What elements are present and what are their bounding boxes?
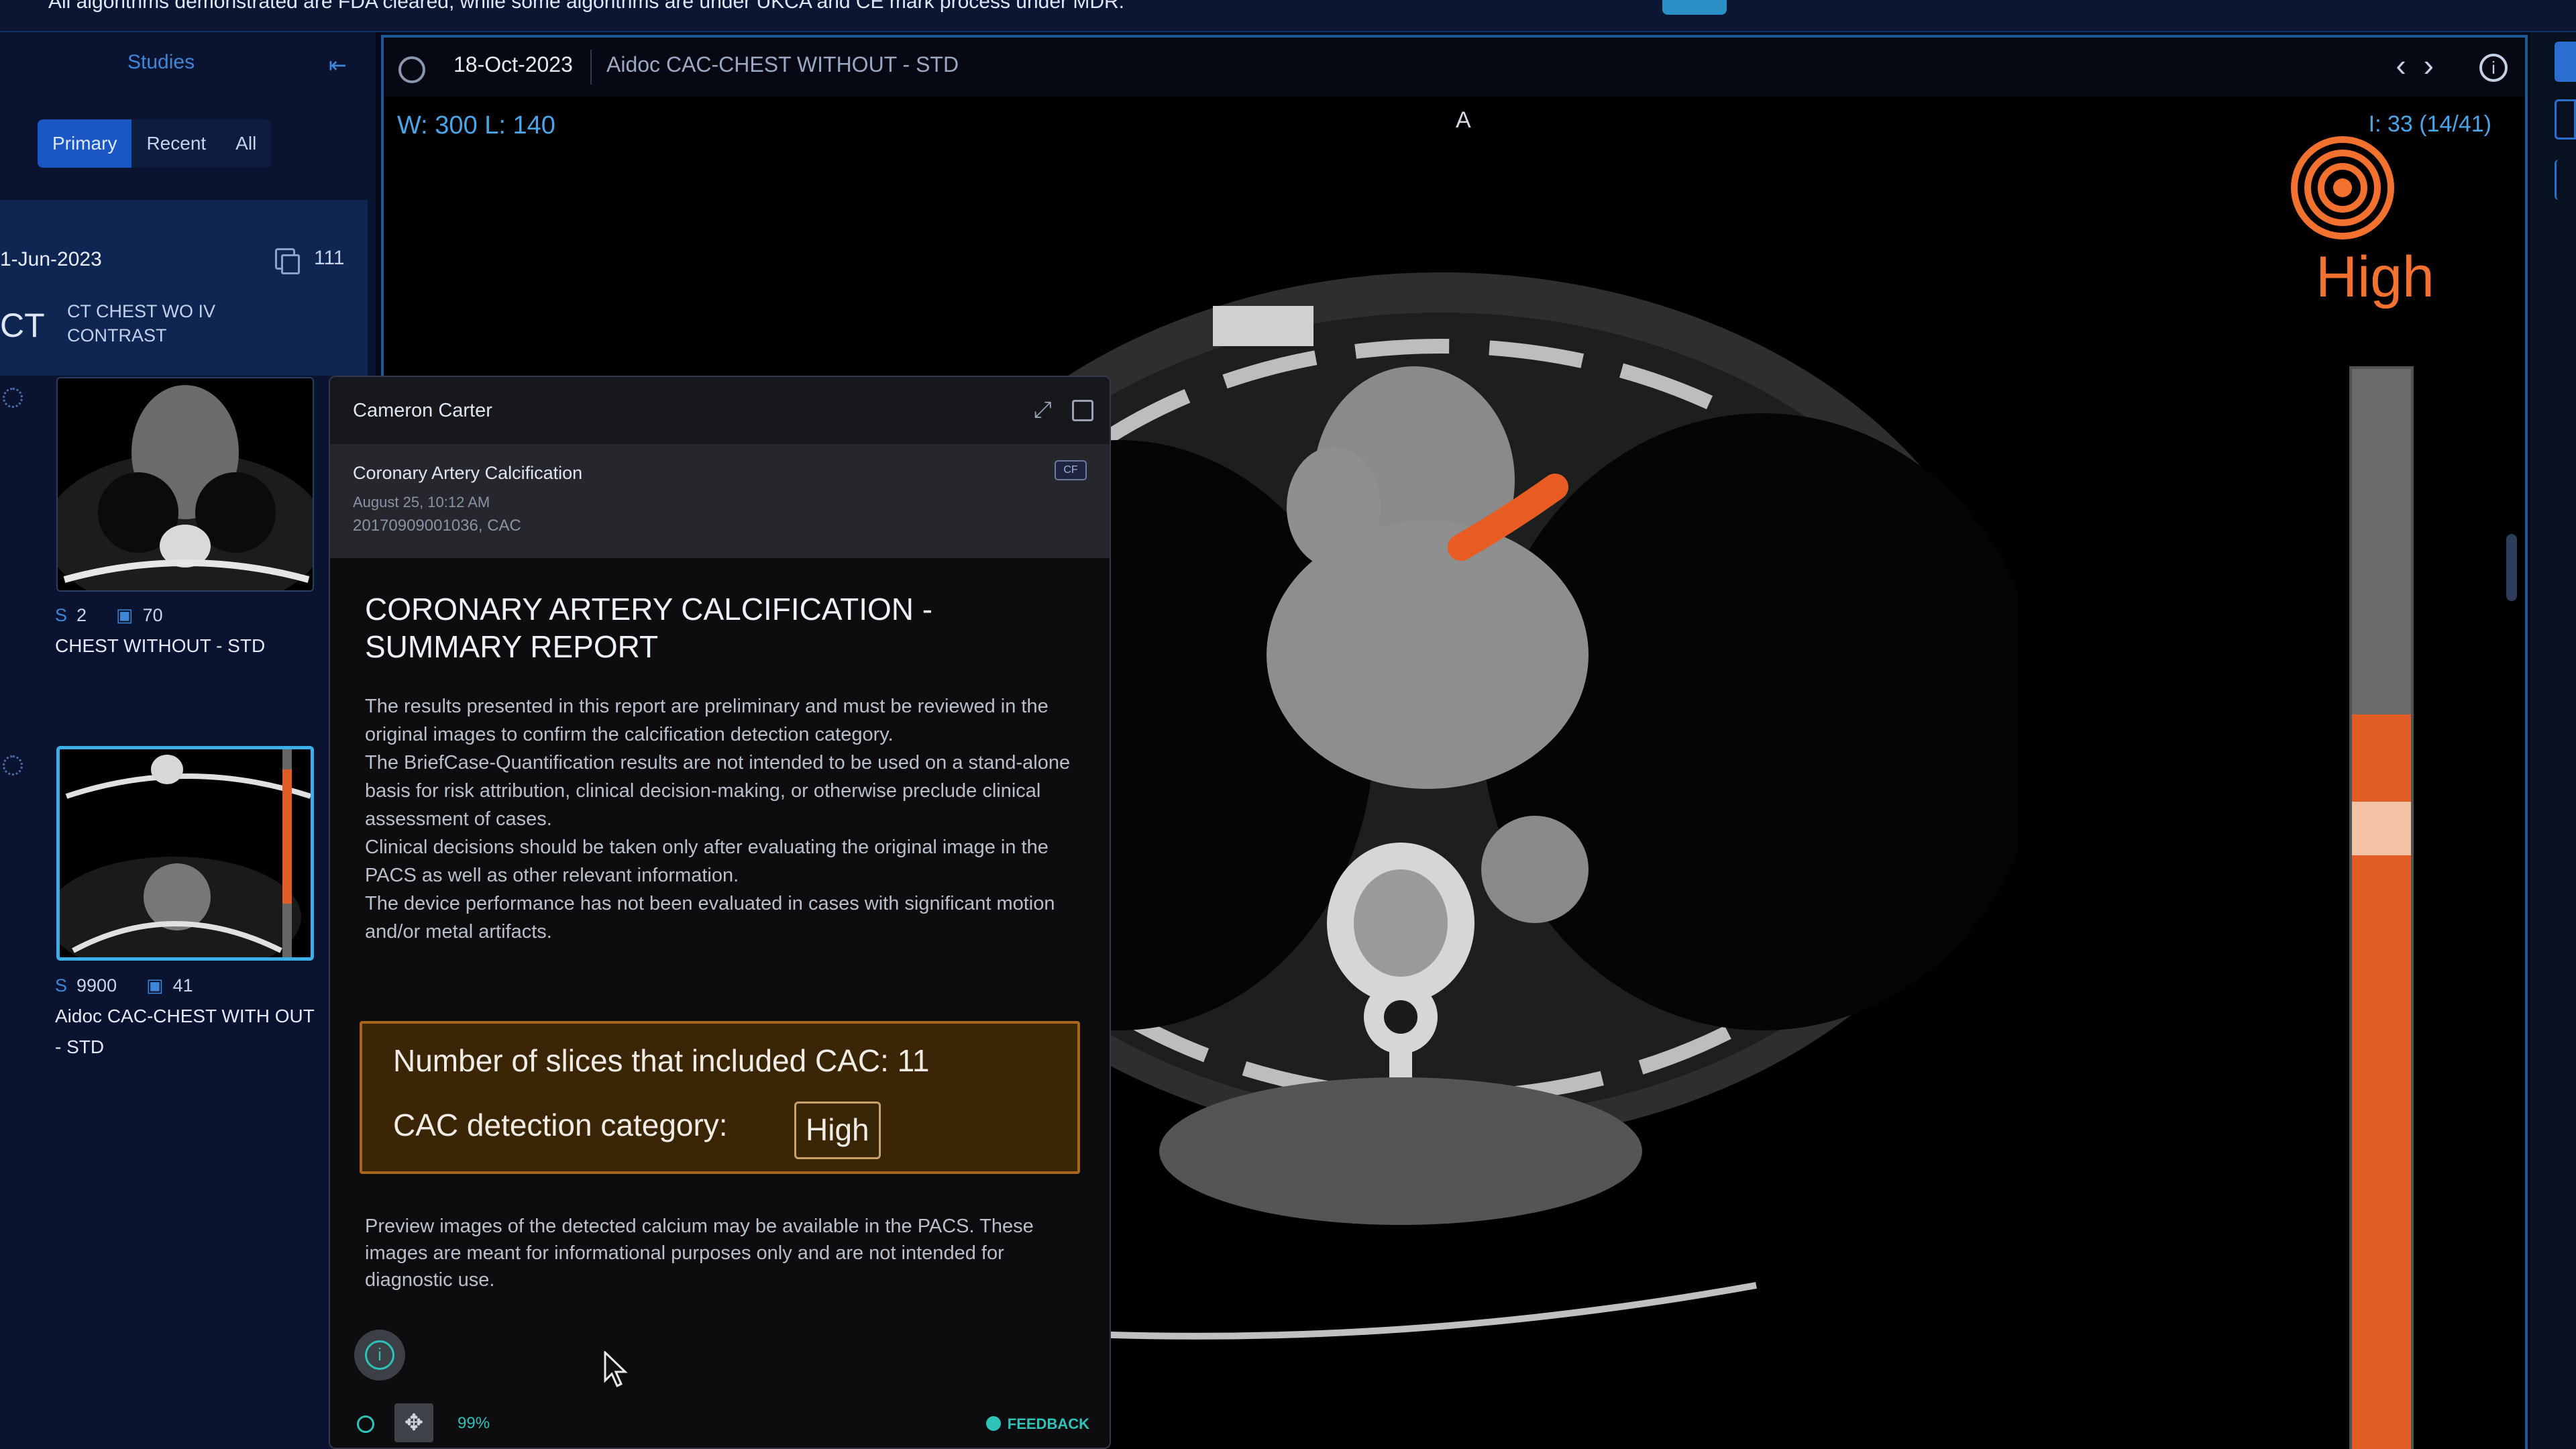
study-description: CT CHEST WO IV CONTRAST bbox=[67, 301, 216, 345]
study-date: 1-Jun-2023 bbox=[0, 248, 102, 270]
study-filter-tabs: Primary Recent All bbox=[38, 119, 272, 168]
report-timestamp: August 25, 10:12 AM bbox=[353, 494, 490, 511]
chevron-left-icon[interactable]: ‹ bbox=[2396, 48, 2423, 83]
info-icon[interactable]: i bbox=[2479, 54, 2508, 82]
series-thumbnail-image bbox=[60, 749, 311, 957]
series-status-icon bbox=[3, 755, 23, 775]
viewer-series-title: Aidoc CAC-CHEST WITHOUT - STD bbox=[606, 52, 959, 76]
sidebar-title: Studies bbox=[127, 51, 195, 73]
viewer-status-icon bbox=[398, 56, 425, 83]
series-name: Aidoc CAC-CHEST WITH OUT - STD bbox=[55, 1006, 315, 1057]
tab-recent[interactable]: Recent bbox=[131, 119, 221, 168]
tab-primary[interactable]: Primary bbox=[38, 119, 132, 168]
series-thumbnail-image bbox=[58, 385, 313, 590]
orientation-marker: A bbox=[1456, 107, 1471, 133]
series-thumbnail[interactable] bbox=[56, 377, 314, 592]
series-image-count: 70 bbox=[142, 605, 163, 625]
risk-label: High bbox=[2316, 245, 2434, 309]
disclaimer-line: The results presented in this report are… bbox=[365, 696, 1049, 745]
series-meta: S 2 ▣ 70 bbox=[55, 605, 163, 625]
study-card[interactable]: 1-Jun-2023 bbox=[0, 200, 368, 376]
series-name: CHEST WITHOUT - STD bbox=[55, 635, 266, 656]
risk-gauge-marker bbox=[2352, 801, 2411, 855]
disclaimer-line: The BriefCase-Quantification results are… bbox=[365, 752, 1071, 830]
studies-sidebar: Studies ⇤ Primary Recent All 1-Jun-2023 … bbox=[0, 32, 376, 1449]
viewer-date: 18-Oct-2023 bbox=[453, 52, 573, 76]
disclaimer-line: Clinical decisions should be taken only … bbox=[365, 837, 1049, 886]
cac-result-box: Number of slices that included CAC: 11 C… bbox=[360, 1021, 1080, 1174]
move-icon[interactable]: ✥ bbox=[394, 1403, 433, 1442]
category-value-badge: High bbox=[794, 1102, 881, 1159]
report-header: Cameron Carter ⤢ bbox=[330, 377, 1110, 444]
search-icon[interactable] bbox=[357, 1415, 374, 1433]
header-divider bbox=[590, 50, 592, 85]
accession-number: 20170909001036, CAC bbox=[353, 517, 521, 535]
tool-button[interactable] bbox=[2555, 42, 2576, 82]
algorithm-badge: CF bbox=[1055, 460, 1087, 480]
risk-gauge bbox=[2349, 366, 2414, 1449]
right-toolbar bbox=[2530, 32, 2576, 1449]
expand-icon[interactable]: ⤢ bbox=[1034, 397, 1052, 423]
patient-name: Cameron Carter bbox=[353, 400, 492, 421]
study-modality: CT bbox=[0, 307, 45, 344]
tab-all[interactable]: All bbox=[221, 119, 271, 168]
series-number: 9900 bbox=[76, 975, 117, 996]
slices-count-line: Number of slices that included CAC: 11 bbox=[393, 1043, 930, 1078]
feedback-button[interactable]: FEEDBACK bbox=[985, 1415, 1089, 1433]
collapse-sidebar-icon[interactable]: ⇤ bbox=[329, 52, 347, 78]
series-meta: S 9900 ▣ 41 bbox=[55, 975, 193, 996]
banner-text: All algorithms demonstrated are FDA clea… bbox=[48, 0, 1125, 13]
tool-button[interactable] bbox=[2555, 160, 2576, 200]
feedback-label: FEEDBACK bbox=[1007, 1415, 1089, 1432]
disclaimer-line: The device performance has not been eval… bbox=[365, 893, 1055, 943]
info-button[interactable]: i bbox=[354, 1330, 405, 1381]
top-banner: All algorithms demonstrated are FDA clea… bbox=[0, 0, 2576, 32]
algorithm-name: Coronary Artery Calcification bbox=[353, 463, 583, 483]
study-image-count: 111 bbox=[314, 247, 345, 269]
mouse-cursor-icon bbox=[604, 1351, 628, 1388]
viewer-header: 18-Oct-2023 Aidoc CAC-CHEST WITHOUT - ST… bbox=[384, 38, 2525, 97]
risk-target-icon bbox=[2291, 136, 2394, 239]
copy-icon[interactable] bbox=[275, 248, 300, 274]
viewer-scrollbar[interactable] bbox=[2506, 534, 2517, 601]
preview-note: Preview images of the detected calcium m… bbox=[365, 1216, 1034, 1291]
chevron-right-icon[interactable]: › bbox=[2424, 48, 2451, 83]
series-image-count: 41 bbox=[172, 975, 193, 996]
series-status-icon bbox=[3, 388, 23, 408]
report-title: CORONARY ARTERY CALCIFICATION - SUMMARY … bbox=[365, 592, 933, 664]
popout-icon[interactable] bbox=[1072, 400, 1093, 421]
series-thumbnail-selected[interactable] bbox=[56, 746, 314, 961]
window-level: W: 300 L: 140 bbox=[397, 111, 555, 140]
category-label: CAC detection category: bbox=[393, 1108, 728, 1142]
series-number: 2 bbox=[76, 605, 87, 625]
info-icon: i bbox=[365, 1340, 394, 1370]
series-nav: ‹› bbox=[2396, 47, 2451, 83]
zoom-level: 99% bbox=[458, 1414, 490, 1432]
tool-button[interactable] bbox=[2555, 99, 2576, 140]
banner-toggle[interactable] bbox=[1662, 0, 1727, 15]
report-footer: ✥ 99% FEEDBACK bbox=[330, 1397, 1110, 1448]
cac-report-panel: Cameron Carter ⤢ Coronary Artery Calcifi… bbox=[329, 376, 1111, 1449]
report-disclaimers: The results presented in this report are… bbox=[365, 692, 1076, 946]
feedback-icon bbox=[985, 1416, 1001, 1431]
